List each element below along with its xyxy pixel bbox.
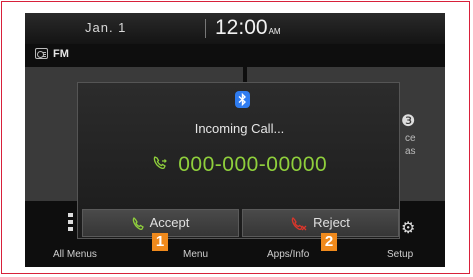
caller-number-row: 000-000-00000 — [78, 153, 401, 177]
callout-1: 1 — [152, 233, 168, 251]
bluetooth-icon — [235, 91, 250, 108]
source-row: FM — [25, 45, 445, 65]
bottom-menu-all-menus[interactable]: All Menus — [53, 249, 97, 260]
caller-number: 000-000-00000 — [178, 153, 328, 176]
tile-text-fragment-1: ce — [405, 133, 416, 144]
source-label: FM — [53, 48, 69, 60]
date-display: Jan. 1 — [85, 20, 127, 35]
status-divider — [205, 19, 206, 38]
bottom-menu: All Menus Menu Apps/Info Setup — [25, 249, 445, 267]
reject-label: Reject — [313, 215, 350, 230]
clock-ampm: AM — [268, 27, 281, 36]
bottom-menu-setup[interactable]: Setup — [387, 249, 413, 260]
menu-dots-icon — [68, 213, 73, 233]
bottom-menu-menu[interactable]: Menu — [183, 249, 208, 260]
incoming-call-icon — [152, 155, 168, 176]
gear-icon: ⚙ — [401, 220, 416, 237]
status-bar: Jan. 1 12:00AM — [25, 13, 445, 44]
callout-2: 2 — [321, 233, 337, 251]
tile-icon-fragment: ❸ — [401, 113, 416, 130]
incoming-call-dialog: Incoming Call... 000-000-00000 Accept Re… — [77, 82, 400, 239]
reject-phone-icon — [291, 216, 307, 231]
head-unit-screen: Jan. 1 12:00AM FM ce as ❸ ⚙ All Menus Me… — [25, 13, 445, 267]
clock-time: 12:00 — [215, 16, 268, 39]
incoming-call-title: Incoming Call... — [194, 121, 285, 136]
radio-icon — [35, 48, 48, 59]
bottom-menu-apps-info[interactable]: Apps/Info — [267, 249, 309, 260]
accept-phone-icon — [132, 216, 144, 230]
accept-label: Accept — [149, 215, 190, 230]
clock: 12:00AM — [215, 16, 281, 40]
tile-text-fragment-2: as — [405, 146, 416, 157]
